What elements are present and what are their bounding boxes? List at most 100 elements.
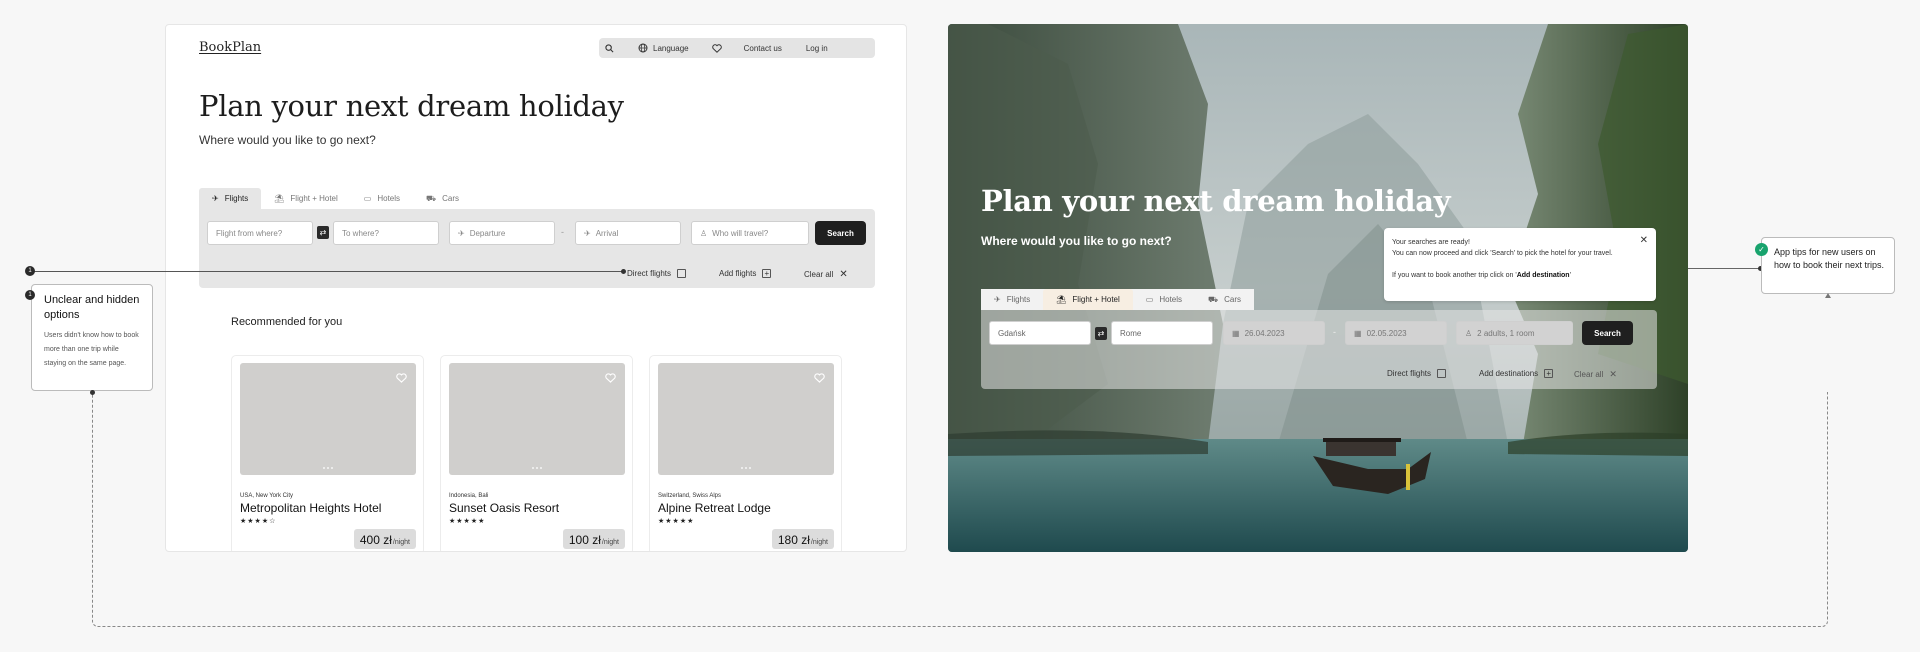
login-link[interactable]: Log in: [806, 44, 828, 53]
close-icon: ✕: [839, 269, 848, 280]
search-tabs: ✈ Flights ⛱ Flight + Hotel ▭ Hotels ⛟ Ca…: [981, 289, 1254, 310]
departure-input[interactable]: ✈ Departure: [449, 221, 555, 245]
tab-flight-hotel[interactable]: ⛱ Flight + Hotel: [261, 188, 351, 209]
contact-link[interactable]: Contact us: [744, 44, 782, 53]
annotation-anchor: [90, 390, 95, 395]
date-separator: -: [561, 227, 564, 237]
to-input[interactable]: Rome: [1111, 321, 1213, 345]
plane-icon: ✈: [212, 194, 219, 203]
arrival-value: 02.05.2023: [1366, 328, 1407, 338]
search-button[interactable]: Search: [1582, 321, 1633, 345]
tab-label: Flights: [224, 194, 249, 203]
language-button[interactable]: Language: [638, 43, 689, 53]
departure-input[interactable]: ▦ 26.04.2023: [1223, 321, 1325, 345]
logo[interactable]: BookPlan: [199, 40, 261, 55]
tab-label: Cars: [442, 194, 459, 203]
clear-all-button[interactable]: Clear all ✕: [1574, 369, 1617, 380]
annotation-number-badge: 1: [25, 290, 35, 300]
person-icon: ♙: [700, 228, 708, 238]
travelers-input[interactable]: ♙ 2 adults, 1 room: [1456, 321, 1573, 345]
arrival-input[interactable]: ✈ Arrival: [575, 221, 681, 245]
tab-cars[interactable]: ⛟ Cars: [1195, 289, 1254, 310]
tab-flight-hotel[interactable]: ⛱ Flight + Hotel: [1043, 289, 1133, 310]
to-input[interactable]: To where?: [333, 221, 439, 245]
checkmark-icon: ✓: [1755, 243, 1768, 256]
hero-subtitle: Where would you like to go next?: [199, 133, 376, 147]
add-destinations-label: Add destinations: [1479, 369, 1539, 378]
annotation-title: Unclear and hidden options: [44, 294, 140, 321]
direct-flights-checkbox[interactable]: [1437, 369, 1447, 378]
travelers-placeholder: Who will travel?: [712, 228, 769, 238]
from-input[interactable]: Flight from where?: [207, 221, 313, 245]
departure-placeholder: Departure: [469, 228, 506, 238]
heart-icon[interactable]: [396, 370, 407, 388]
direct-flights-option[interactable]: Direct flights: [627, 269, 687, 278]
plus-icon: +: [1544, 369, 1554, 378]
person-icon: ♙: [1465, 328, 1473, 338]
recommended-title: Recommended for you: [231, 316, 343, 328]
plus-icon: +: [762, 269, 772, 278]
search-panel: Gdańsk ⇄ Rome ▦ 26.04.2023 - ▦ 02.05.202…: [981, 310, 1657, 389]
top-navigation: Language Contact us Log in: [599, 38, 875, 58]
close-icon: ✕: [1609, 369, 1617, 379]
car-icon: ⛟: [426, 193, 437, 203]
tab-label: Hotels: [1159, 295, 1183, 304]
departure-value: 26.04.2023: [1244, 328, 1285, 338]
plane-hotel-icon: ⛱: [274, 194, 285, 203]
arrival-input[interactable]: ▦ 02.05.2023: [1345, 321, 1447, 345]
direct-flights-option[interactable]: Direct flights: [1387, 369, 1447, 378]
annotation-text: App tips for new users on how to book th…: [1774, 247, 1885, 270]
search-tabs: ✈ Flights ⛱ Flight + Hotel ▭ Hotels ⛟ Ca…: [199, 188, 472, 209]
search-icon[interactable]: [605, 43, 614, 53]
tab-label: Flights: [1006, 295, 1031, 304]
annotation-body: Users didn't know how to book more than …: [44, 332, 139, 367]
search-panel: Flight from where? ⇄ To where? ✈ Departu…: [199, 209, 875, 288]
direct-flights-checkbox[interactable]: [677, 269, 687, 278]
add-destinations-button[interactable]: Add destinations +: [1479, 369, 1554, 378]
globe-icon: [638, 43, 648, 53]
swap-icon[interactable]: ⇄: [1095, 327, 1107, 340]
clear-all-label: Clear all: [1574, 370, 1604, 379]
annotation-connector: [30, 271, 623, 272]
heart-icon[interactable]: [814, 370, 825, 388]
toast-hint-emphasis: Add destination: [1516, 272, 1570, 279]
tab-cars[interactable]: ⛟ Cars: [413, 188, 472, 209]
toast-hint-suffix: ': [1569, 272, 1571, 279]
tab-flights[interactable]: ✈ Flights: [981, 289, 1044, 310]
close-icon[interactable]: ✕: [1640, 235, 1648, 246]
plane-icon: ✈: [994, 295, 1001, 304]
hero-subtitle: Where would you like to go next?: [981, 234, 1172, 248]
annotation-card-solution: App tips for new users on how to book th…: [1761, 237, 1895, 294]
arrival-placeholder: Arrival: [595, 228, 619, 238]
plane-icon: ✈: [458, 228, 465, 238]
annotation-marker: 1: [25, 266, 35, 276]
plane-landing-icon: ✈: [584, 228, 591, 238]
travelers-value: 2 adults, 1 room: [1477, 328, 1535, 338]
search-button[interactable]: Search: [815, 221, 866, 245]
date-separator: -: [1333, 327, 1336, 337]
annotation-card-problem: Unclear and hidden options Users didn't …: [31, 284, 153, 391]
bed-icon: ▭: [363, 194, 372, 203]
language-label: Language: [653, 43, 689, 53]
tab-label: Flight + Hotel: [290, 194, 338, 203]
hero-title: Plan your next dream holiday: [199, 89, 624, 123]
from-input[interactable]: Gdańsk: [989, 321, 1091, 345]
calendar-icon: ▦: [1232, 328, 1240, 338]
clear-all-button[interactable]: Clear all ✕: [804, 269, 848, 280]
tab-hotels[interactable]: ▭ Hotels: [351, 188, 413, 209]
heart-icon[interactable]: [711, 43, 722, 53]
add-flights-label: Add flights: [719, 269, 757, 278]
heart-icon[interactable]: [605, 370, 616, 388]
tab-label: Flight + Hotel: [1072, 295, 1120, 304]
add-flights-button[interactable]: Add flights +: [719, 269, 772, 278]
swap-icon[interactable]: ⇄: [317, 226, 329, 239]
annotation-anchor: [621, 269, 626, 274]
toast-body: You can now proceed and click 'Search' t…: [1392, 250, 1613, 257]
tab-hotels[interactable]: ▭ Hotels: [1132, 289, 1196, 310]
direct-flights-label: Direct flights: [627, 269, 672, 278]
direct-flights-label: Direct flights: [1387, 369, 1432, 378]
plane-hotel-icon: ⛱: [1056, 295, 1067, 304]
calendar-icon: ▦: [1354, 328, 1362, 338]
tab-flights[interactable]: ✈ Flights: [199, 188, 262, 209]
travelers-input[interactable]: ♙ Who will travel?: [691, 221, 809, 245]
